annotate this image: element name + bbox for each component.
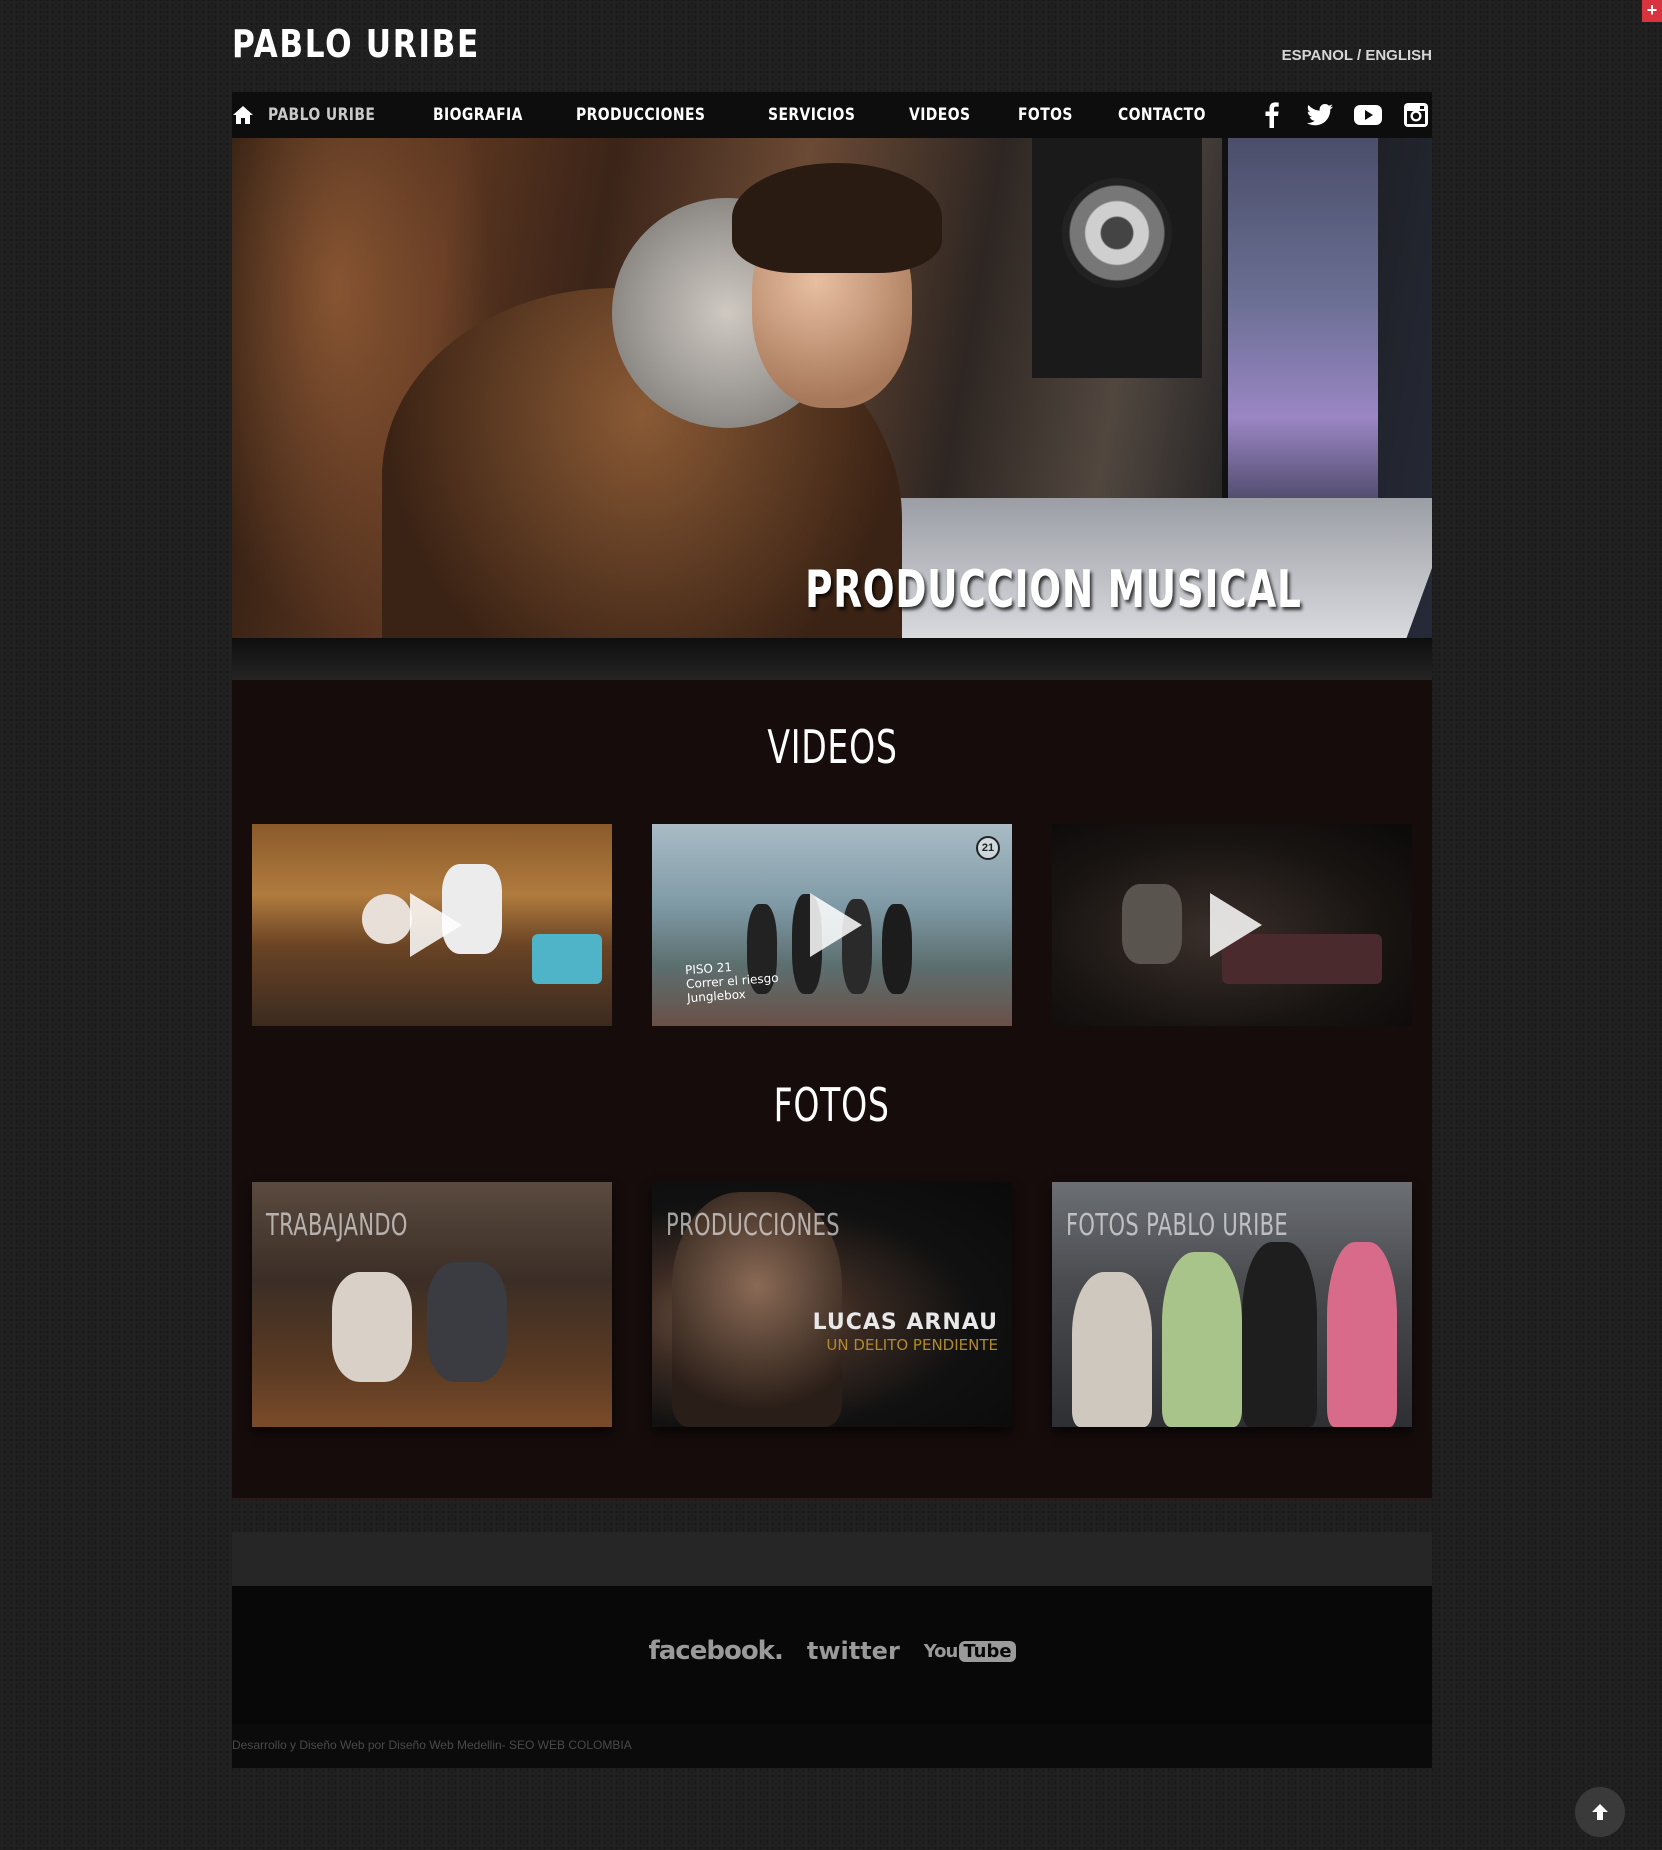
- play-icon: [410, 893, 462, 957]
- hero-banner: PRODUCCION MUSICAL: [232, 138, 1432, 638]
- photo-album-fotos-pablo-uribe[interactable]: FOTOS PABLO URIBE: [1052, 1182, 1412, 1427]
- video-thumb-bedroom[interactable]: [1052, 824, 1412, 1026]
- lang-separator: /: [1352, 47, 1366, 64]
- piso21-badge: 21: [976, 836, 1000, 860]
- videos-section-title: VIDEOS: [766, 720, 898, 774]
- twitter-icon[interactable]: [1306, 101, 1334, 129]
- page-wrapper: PABLO URIBE ESPANOL / ENGLISH PABLO URIB…: [232, 0, 1432, 1768]
- hero-photo-monitor: [1222, 138, 1378, 538]
- album-artist: LUCAS ARNAU: [812, 1310, 998, 1335]
- video-thumb-studio[interactable]: [252, 824, 612, 1026]
- hero-title: PRODUCCION MUSICAL: [805, 560, 1302, 620]
- nav-item-pablo-uribe[interactable]: PABLO URIBE: [268, 105, 375, 125]
- main-nav: PABLO URIBE BIOGRAFIA PRODUCCIONES SERVI…: [232, 92, 1432, 138]
- main-content: VIDEOS 21 PISO 21 Correr el riesgo Jungl…: [232, 680, 1432, 1498]
- album-title: UN DELITO PENDIENTE: [826, 1336, 998, 1354]
- fotos-section-title: FOTOS: [773, 1078, 891, 1132]
- arrow-up-icon: [1592, 1804, 1608, 1820]
- language-switcher: ESPANOL / ENGLISH: [1282, 47, 1432, 64]
- photo-album-caption: TRABAJANDO: [266, 1208, 408, 1243]
- instagram-icon[interactable]: [1402, 101, 1430, 129]
- nav-item-fotos[interactable]: FOTOS: [1018, 105, 1073, 125]
- add-corner-button[interactable]: +: [1642, 0, 1662, 22]
- footer-facebook-link[interactable]: facebook.: [648, 1636, 783, 1666]
- home-icon[interactable]: [232, 92, 254, 138]
- play-icon: [810, 893, 862, 957]
- footer-twitter-link[interactable]: twitter: [807, 1637, 900, 1665]
- header: PABLO URIBE ESPANOL / ENGLISH: [232, 0, 1432, 92]
- footer-band: [232, 1532, 1432, 1586]
- nav-item-videos[interactable]: VIDEOS: [909, 105, 970, 125]
- site-logo[interactable]: PABLO URIBE: [232, 22, 480, 66]
- nav-item-producciones[interactable]: PRODUCCIONES: [576, 105, 705, 125]
- lang-english-link[interactable]: ENGLISH: [1365, 47, 1432, 64]
- footer-social-links: facebook. twitter You Tube: [232, 1636, 1432, 1666]
- nav-item-biografia[interactable]: BIOGRAFIA: [433, 105, 523, 125]
- photo-album-caption: PRODUCCIONES: [666, 1208, 840, 1243]
- hero-shadow-bar: [232, 638, 1432, 680]
- video-thumb-piso21[interactable]: 21 PISO 21 Correr el riesgo Junglebox: [652, 824, 1012, 1026]
- back-to-top-button[interactable]: [1575, 1787, 1625, 1837]
- nav-item-servicios[interactable]: SERVICIOS: [768, 105, 855, 125]
- nav-social-icons: [1248, 101, 1440, 129]
- footer-youtube-link[interactable]: You Tube: [924, 1640, 1016, 1662]
- credits-link[interactable]: Desarrollo y Diseño Web por Diseño Web M…: [232, 1738, 632, 1752]
- photo-album-caption: FOTOS PABLO URIBE: [1066, 1208, 1289, 1243]
- photo-album-trabajando[interactable]: TRABAJANDO: [252, 1182, 612, 1427]
- hero-photo-speaker: [1032, 138, 1202, 378]
- photo-album-producciones[interactable]: PRODUCCIONES LUCAS ARNAU UN DELITO PENDI…: [652, 1182, 1012, 1427]
- facebook-icon[interactable]: [1258, 101, 1286, 129]
- footer: facebook. twitter You Tube: [232, 1586, 1432, 1724]
- lang-espanol-link[interactable]: ESPANOL: [1282, 47, 1353, 64]
- credits-bar: Desarrollo y Diseño Web por Diseño Web M…: [232, 1724, 1432, 1768]
- section-divider: [232, 1498, 1432, 1500]
- play-icon: [1210, 893, 1262, 957]
- video-thumb-overlay-text: PISO 21 Correr el riesgo Junglebox: [684, 960, 780, 1006]
- youtube-icon[interactable]: [1353, 101, 1382, 129]
- nav-item-contacto[interactable]: CONTACTO: [1118, 105, 1206, 125]
